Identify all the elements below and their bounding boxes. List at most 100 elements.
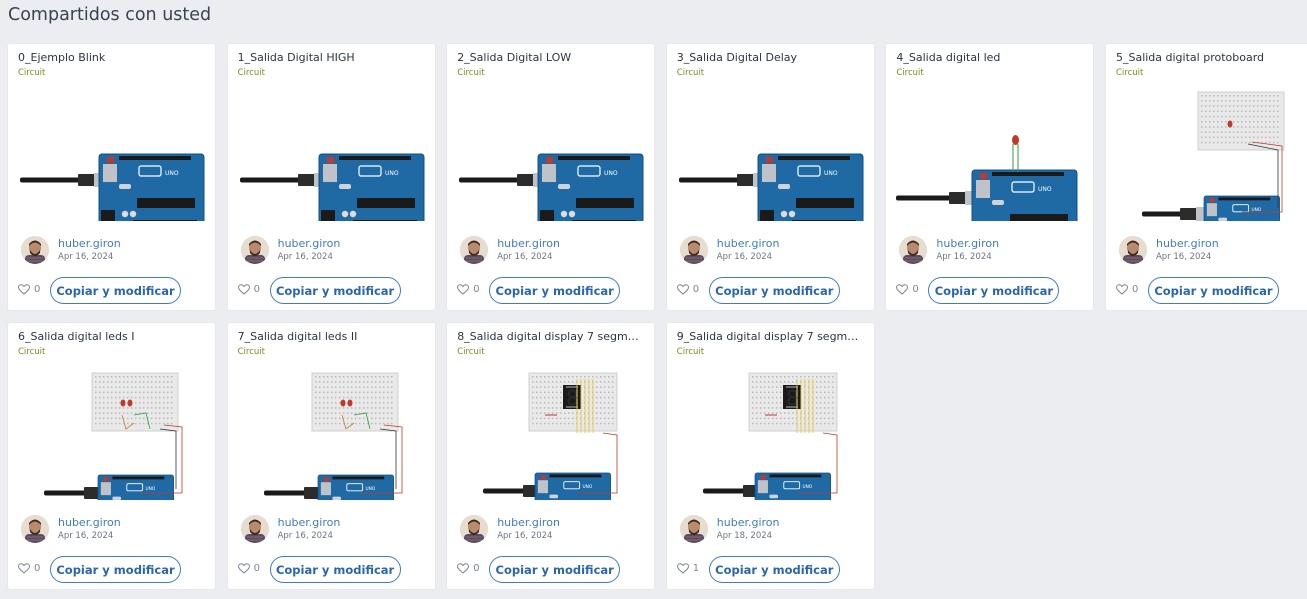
project-title[interactable]: 3_Salida Digital Delay: [677, 51, 864, 64]
author-avatar[interactable]: [21, 515, 49, 543]
heart-icon[interactable]: [676, 563, 689, 574]
heart-icon[interactable]: [18, 284, 30, 295]
author-avatar[interactable]: [460, 515, 489, 543]
heart-icon[interactable]: [1115, 284, 1128, 295]
like-control[interactable]: 1: [676, 563, 700, 574]
circuit-thumbnail[interactable]: UNO: [234, 86, 429, 227]
author-name[interactable]: huber.giron: [497, 516, 560, 529]
author-name[interactable]: huber.giron: [1156, 237, 1219, 250]
like-control[interactable]: 0: [457, 284, 480, 295]
author-avatar[interactable]: [240, 515, 269, 543]
copy-and-modify-button[interactable]: Copiar y modificar: [269, 556, 401, 583]
heart-icon[interactable]: [237, 284, 250, 295]
project-card[interactable]: 9_Salida digital display 7 segment... Ci…: [666, 323, 874, 589]
author-avatar[interactable]: [460, 236, 489, 264]
like-control[interactable]: 0: [1115, 284, 1138, 295]
author-name[interactable]: huber.giron: [717, 237, 780, 250]
like-count: 0: [912, 284, 919, 295]
author-name[interactable]: huber.giron: [936, 237, 999, 250]
project-date: Apr 16, 2024: [277, 252, 333, 262]
project-title[interactable]: 1_Salida Digital HIGH: [238, 51, 425, 64]
copy-and-modify-button[interactable]: Copiar y modificar: [50, 556, 181, 583]
like-control[interactable]: 0: [896, 284, 919, 295]
circuit-thumbnail[interactable]: UNO: [673, 86, 868, 227]
project-card[interactable]: 2_Salida Digital LOW Circuit UNO huber.g…: [447, 44, 655, 310]
heart-icon[interactable]: [18, 563, 30, 574]
project-title[interactable]: 9_Salida digital display 7 segment...: [677, 330, 864, 343]
project-title[interactable]: 0_Ejemplo Blink: [18, 51, 205, 64]
copy-and-modify-button[interactable]: Copiar y modificar: [708, 556, 840, 583]
author-name[interactable]: huber.giron: [278, 237, 341, 250]
author-avatar[interactable]: [679, 236, 708, 264]
author-name[interactable]: huber.giron: [58, 516, 121, 529]
project-title[interactable]: 6_Salida digital leds I: [18, 330, 205, 343]
project-type-label: Circuit: [237, 347, 265, 357]
author-avatar[interactable]: [899, 236, 928, 264]
like-control[interactable]: 0: [237, 284, 260, 295]
project-title[interactable]: 7_Salida digital leds II: [238, 330, 425, 343]
author-avatar[interactable]: [21, 236, 49, 264]
heart-icon[interactable]: [457, 563, 470, 574]
heart-icon[interactable]: [676, 284, 689, 295]
svg-text:UNO: UNO: [583, 484, 593, 490]
circuit-thumbnail[interactable]: UNO 8: [453, 365, 648, 526]
author-avatar[interactable]: [1118, 236, 1147, 264]
like-count: 0: [473, 563, 480, 574]
like-control[interactable]: 0: [676, 284, 699, 295]
project-card[interactable]: 6_Salida digital leds I Circuit UNO hube…: [8, 323, 215, 589]
project-title[interactable]: 2_Salida Digital LOW: [457, 51, 644, 64]
project-card[interactable]: 8_Salida digital display 7 segmen... Cir…: [447, 323, 655, 589]
svg-text:UNO: UNO: [146, 486, 156, 492]
project-date: Apr 16, 2024: [936, 252, 992, 262]
author-name[interactable]: huber.giron: [497, 237, 560, 250]
project-type-label: Circuit: [237, 68, 265, 78]
project-type-label: Circuit: [457, 347, 485, 357]
project-date: Apr 16, 2024: [1155, 252, 1212, 262]
circuit-image: UNO 8: [702, 372, 838, 526]
project-card[interactable]: 4_Salida digital led Circuit UNO huber.g…: [886, 44, 1094, 310]
heart-icon[interactable]: [896, 284, 909, 295]
circuit-thumbnail[interactable]: UNO: [892, 86, 1087, 243]
like-control[interactable]: 0: [18, 284, 40, 295]
heart-icon[interactable]: [237, 563, 250, 574]
project-title[interactable]: 5_Salida digital protoboard: [1116, 51, 1303, 64]
project-title[interactable]: 4_Salida digital led: [896, 51, 1083, 64]
copy-and-modify-button[interactable]: Copiar y modificar: [928, 277, 1060, 304]
like-count: 0: [34, 563, 41, 574]
circuit-thumbnail[interactable]: UNO: [234, 365, 429, 528]
author-avatar[interactable]: [240, 236, 269, 264]
circuit-thumbnail[interactable]: UNO: [14, 365, 209, 528]
author-name[interactable]: huber.giron: [278, 516, 341, 529]
copy-and-modify-button[interactable]: Copiar y modificar: [269, 277, 401, 304]
project-card[interactable]: 7_Salida digital leds II Circuit UNO hub…: [227, 323, 435, 589]
circuit-image: UNO: [263, 372, 402, 528]
project-card[interactable]: 5_Salida digital protoboard Circuit UNO …: [1105, 44, 1307, 310]
circuit-thumbnail[interactable]: UNO: [453, 86, 648, 227]
copy-and-modify-button[interactable]: Copiar y modificar: [708, 277, 840, 304]
copy-and-modify-button[interactable]: Copiar y modificar: [489, 556, 621, 583]
author-name[interactable]: huber.giron: [58, 237, 121, 250]
svg-text:UNO: UNO: [604, 170, 618, 177]
like-control[interactable]: 0: [18, 563, 40, 574]
project-date: Apr 18, 2024: [716, 531, 773, 541]
circuit-thumbnail[interactable]: UNO: [14, 86, 209, 227]
svg-text:UNO: UNO: [1038, 186, 1052, 193]
copy-and-modify-button[interactable]: Copiar y modificar: [489, 277, 621, 304]
author-name[interactable]: huber.giron: [717, 516, 780, 529]
heart-icon[interactable]: [457, 284, 470, 295]
copy-and-modify-button[interactable]: Copiar y modificar: [50, 277, 181, 304]
project-title[interactable]: 8_Salida digital display 7 segmen...: [457, 330, 644, 343]
project-card[interactable]: 3_Salida Digital Delay Circuit UNO huber…: [666, 44, 874, 310]
like-count: 1: [692, 563, 700, 574]
like-control[interactable]: 0: [237, 563, 260, 574]
project-card[interactable]: 0_Ejemplo Blink Circuit UNO huber.giron …: [8, 44, 215, 310]
copy-and-modify-button[interactable]: Copiar y modificar: [1147, 277, 1279, 304]
circuit-thumbnail[interactable]: UNO: [1112, 86, 1307, 249]
like-control[interactable]: 0: [457, 563, 480, 574]
project-grid: 0_Ejemplo Blink Circuit UNO huber.giron …: [8, 44, 1307, 589]
project-card[interactable]: 1_Salida Digital HIGH Circuit UNO huber.…: [227, 44, 435, 310]
author-avatar[interactable]: [679, 515, 708, 543]
project-date: Apr 16, 2024: [58, 252, 114, 262]
circuit-thumbnail[interactable]: UNO 8: [673, 365, 868, 526]
svg-text:UNO: UNO: [365, 486, 375, 492]
